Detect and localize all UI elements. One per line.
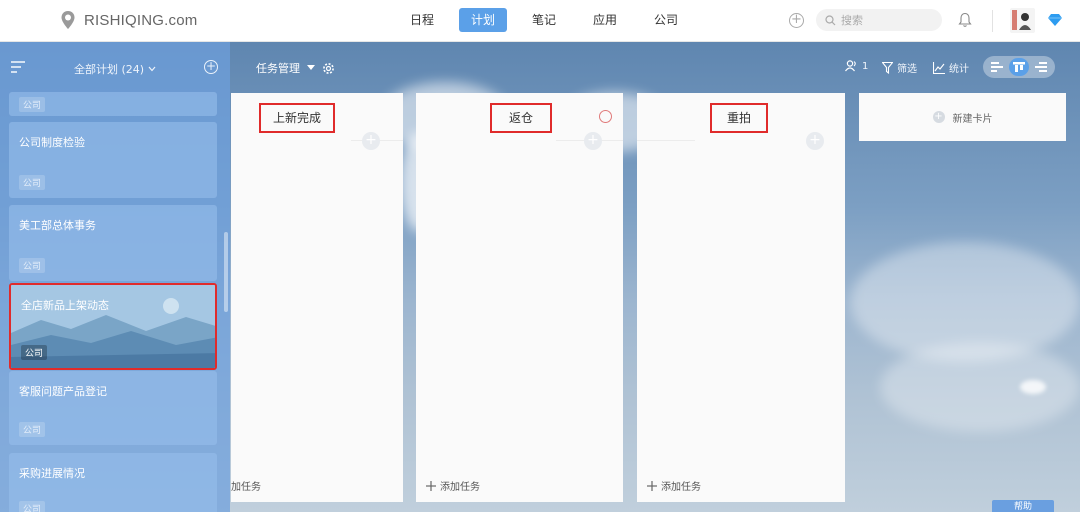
stats-button[interactable]: 统计 bbox=[933, 60, 969, 75]
gantt-view-icon bbox=[991, 62, 1003, 72]
filter-funnel-icon bbox=[882, 61, 893, 74]
add-task-plus-icon[interactable]: + bbox=[806, 132, 824, 150]
board-view-icon bbox=[1013, 62, 1025, 72]
view-toggle bbox=[983, 56, 1055, 78]
plan-filter-label: 全部计划 (24) bbox=[74, 63, 145, 76]
sidebar-scrollbar[interactable] bbox=[224, 232, 228, 312]
add-task-plus-icon[interactable]: + bbox=[362, 132, 380, 150]
help-button[interactable]: 帮助 bbox=[992, 500, 1054, 512]
nav-item-schedule[interactable]: 日程 bbox=[398, 8, 446, 32]
view-list-button[interactable] bbox=[1031, 58, 1051, 76]
user-avatar-icon bbox=[1012, 10, 1031, 30]
sort-menu-icon[interactable] bbox=[11, 61, 25, 73]
settings-gear-icon[interactable] bbox=[322, 62, 335, 75]
view-gantt-button[interactable] bbox=[987, 58, 1007, 76]
plan-tag: 公司 bbox=[19, 258, 46, 273]
bell-icon[interactable] bbox=[958, 12, 972, 28]
member-count: 1 bbox=[862, 60, 869, 72]
task-column: 返仓 + 添加任务 bbox=[416, 93, 623, 502]
plan-card[interactable]: 公司制度检验 公司 bbox=[9, 122, 217, 198]
plan-sidebar: 全部计划 (24) + 公司 公司制度检验 公司 美工部总体事务 公司 全店新品… bbox=[0, 42, 230, 512]
location-pin-icon bbox=[61, 11, 75, 29]
check-circle-icon[interactable] bbox=[599, 110, 612, 123]
filter-label: 筛选 bbox=[897, 64, 917, 75]
caret-down-icon bbox=[307, 65, 315, 70]
sidebar-header: 全部计划 (24) + bbox=[0, 42, 230, 92]
chevron-down-icon bbox=[148, 66, 156, 72]
plan-tag: 公司 bbox=[19, 422, 46, 437]
plus-icon bbox=[426, 480, 436, 491]
plan-filter-dropdown[interactable]: 全部计划 (24) bbox=[74, 61, 156, 77]
members-button[interactable]: 1 bbox=[845, 60, 868, 72]
logo[interactable]: RISHIQING.com bbox=[60, 10, 197, 30]
task-column: 上新完成 + 加任务 bbox=[231, 93, 403, 502]
add-circle-icon: + bbox=[932, 111, 945, 123]
add-plan-button[interactable]: + bbox=[204, 60, 218, 74]
add-icon[interactable]: + bbox=[789, 13, 804, 28]
plan-card[interactable]: 客服问题产品登记 公司 bbox=[9, 371, 217, 445]
add-task-button[interactable]: 加任务 bbox=[231, 478, 261, 493]
plan-card-highlighted[interactable]: 全店新品上架动态 公司 bbox=[9, 283, 217, 370]
plus-icon bbox=[647, 480, 657, 491]
plan-tag: 公司 bbox=[19, 175, 46, 190]
column-title[interactable]: 重拍 bbox=[710, 103, 768, 133]
members-icon bbox=[845, 60, 856, 72]
stats-label: 统计 bbox=[949, 64, 969, 75]
divider bbox=[992, 10, 993, 32]
nav-item-notes[interactable]: 笔记 bbox=[520, 8, 568, 32]
task-column: 重拍 + 添加任务 bbox=[637, 93, 845, 502]
plan-tag: 公司 bbox=[19, 501, 46, 512]
column-title[interactable]: 返仓 bbox=[490, 103, 552, 133]
view-board-button[interactable] bbox=[1009, 58, 1029, 76]
help-label: 帮助 bbox=[1013, 502, 1032, 512]
add-task-label: 加任务 bbox=[231, 482, 261, 493]
add-task-plus-icon[interactable]: + bbox=[584, 132, 602, 150]
board-title-dropdown[interactable]: 任务管理 bbox=[256, 60, 335, 76]
plan-name: 全店新品上架动态 bbox=[21, 299, 109, 312]
plan-card[interactable]: 公司 bbox=[9, 92, 217, 116]
plan-name: 美工部总体事务 bbox=[19, 219, 96, 232]
plan-tag: 公司 bbox=[21, 345, 48, 360]
plan-name: 客服问题产品登记 bbox=[19, 385, 107, 398]
cloud bbox=[1020, 380, 1046, 394]
main-nav: 日程 计划 笔记 应用 公司 bbox=[398, 8, 690, 32]
search-box[interactable] bbox=[816, 9, 942, 31]
cloud bbox=[880, 342, 1080, 432]
column-title[interactable]: 上新完成 bbox=[259, 103, 335, 133]
search-icon bbox=[825, 14, 836, 25]
search-input[interactable] bbox=[841, 13, 931, 27]
plan-tag: 公司 bbox=[19, 97, 46, 112]
add-task-label: 添加任务 bbox=[661, 482, 701, 493]
vip-diamond-icon[interactable] bbox=[1048, 14, 1062, 26]
avatar[interactable] bbox=[1010, 8, 1035, 33]
add-task-button[interactable]: 添加任务 bbox=[647, 478, 701, 493]
nav-item-company[interactable]: 公司 bbox=[642, 8, 690, 32]
nav-item-apps[interactable]: 应用 bbox=[581, 8, 629, 32]
brand-name: RISHIQING.com bbox=[84, 11, 198, 29]
nav-item-plan[interactable]: 计划 bbox=[459, 8, 507, 32]
new-card-label: 新建卡片 bbox=[952, 113, 993, 125]
filter-button[interactable]: 筛选 bbox=[882, 60, 917, 75]
add-task-button[interactable]: 添加任务 bbox=[426, 478, 480, 493]
board-title: 任务管理 bbox=[256, 62, 300, 75]
plan-card[interactable]: 采购进展情况 公司 bbox=[9, 453, 217, 512]
stats-chart-icon bbox=[933, 61, 945, 74]
column-divider bbox=[637, 140, 695, 141]
top-bar: RISHIQING.com 日程 计划 笔记 应用 公司 + bbox=[0, 0, 1080, 42]
plan-name: 采购进展情况 bbox=[19, 467, 85, 480]
add-task-label: 添加任务 bbox=[440, 482, 480, 493]
plan-card[interactable]: 美工部总体事务 公司 bbox=[9, 205, 217, 281]
new-card-button[interactable]: + 新建卡片 bbox=[859, 93, 1066, 141]
plan-name: 公司制度检验 bbox=[19, 136, 85, 149]
list-view-icon bbox=[1035, 62, 1047, 72]
